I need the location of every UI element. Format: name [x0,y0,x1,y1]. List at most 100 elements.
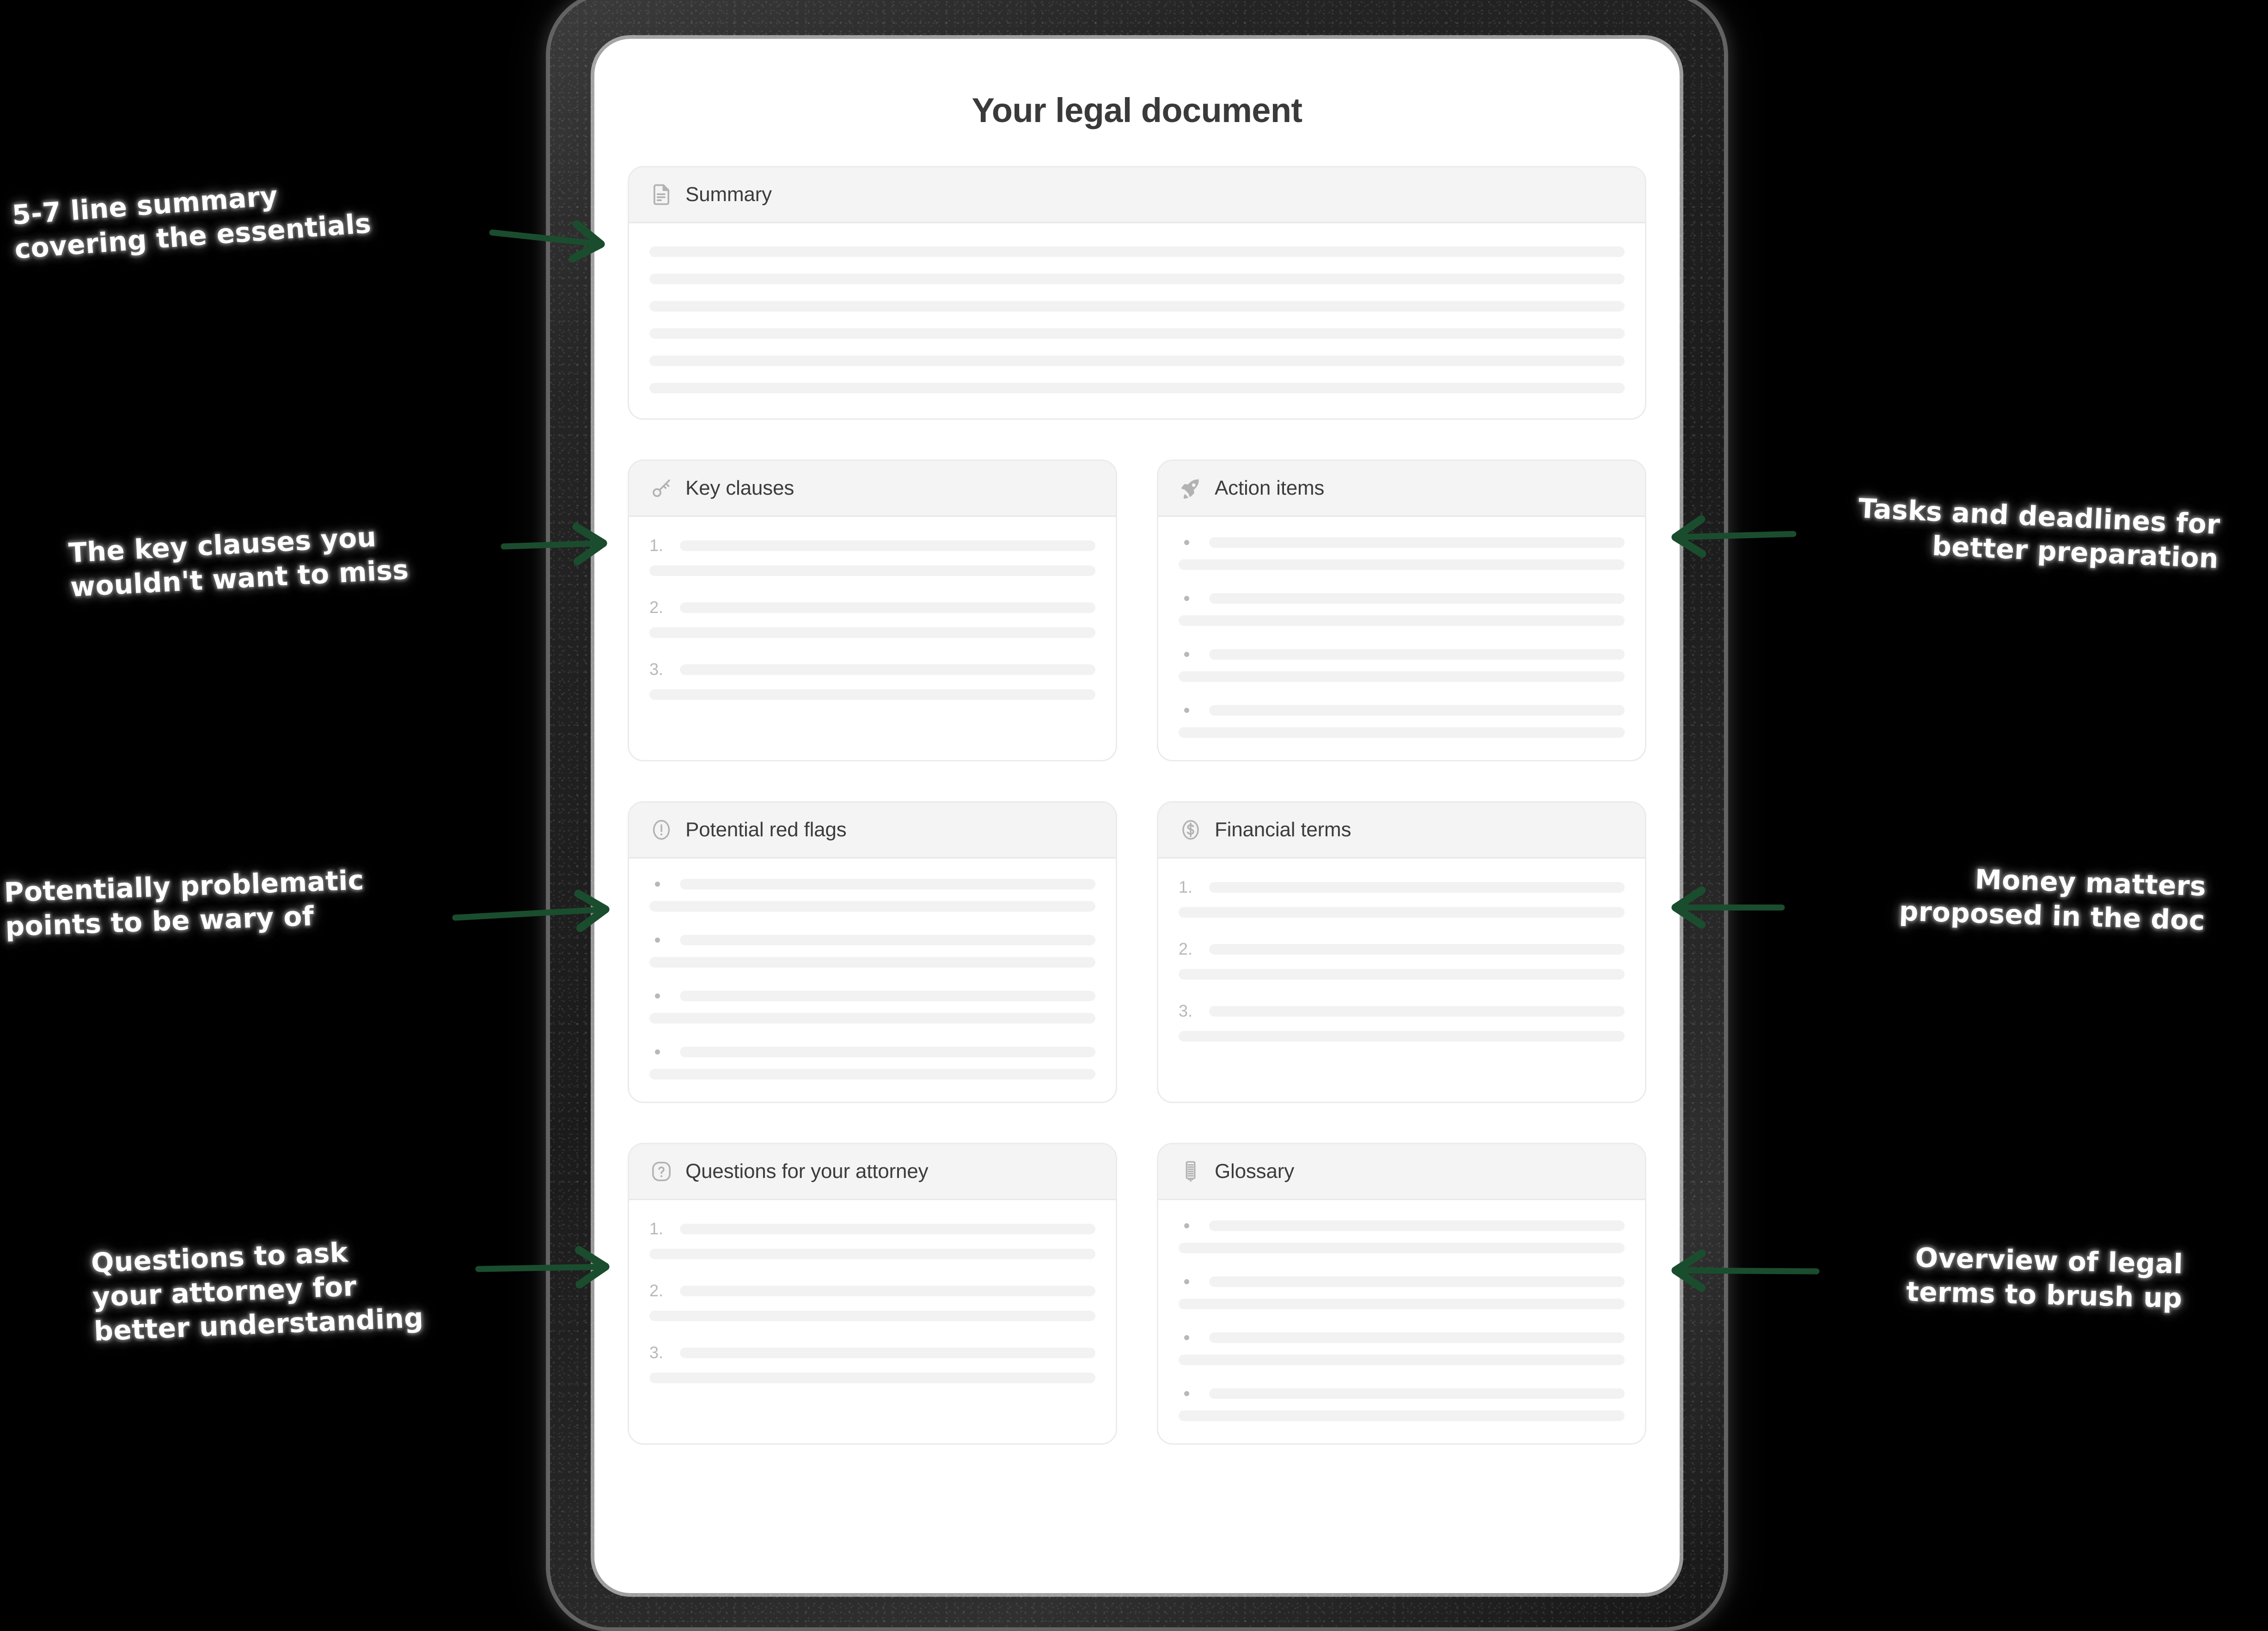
list-marker: 3. [1179,1001,1193,1020]
list-item [1179,537,1625,570]
list-item: 2. [1179,941,1625,980]
card-action-items-title: Action items [1215,477,1325,499]
skeleton-line [1209,705,1625,716]
skeleton-line [649,901,1095,912]
skeleton-line [1209,593,1625,604]
list-item: 2. [649,599,1095,638]
list-item [1179,1388,1625,1421]
bullet-icon [649,938,671,943]
skeleton-line [1179,615,1625,626]
skeleton-line [680,602,1095,613]
card-financial-terms-body: 1. 2. 3. [1158,858,1645,1064]
skeleton-line [680,935,1095,945]
annotation-red-flags: Potentially problematic points to be war… [4,863,366,944]
bullet-icon [1179,596,1200,601]
card-summary-title: Summary [685,183,772,206]
skeleton-line [680,879,1095,889]
card-glossary-title: Glossary [1215,1160,1294,1183]
bullet-icon [1179,708,1200,713]
annotation-financial-terms: Money matters proposed in the doc [1899,860,2207,938]
key-icon [649,476,673,500]
skeleton-line [649,627,1095,638]
skeleton-line [1209,649,1625,660]
card-glossary-header: Glossary [1158,1144,1645,1200]
bullet-icon [649,882,671,887]
page-title: Your legal document [972,91,1303,129]
skeleton-line [649,565,1095,576]
list-item: 3. [649,1344,1095,1383]
skeleton-line [1209,537,1625,548]
list-marker: 1. [649,1219,664,1238]
document-text-icon [649,183,673,207]
list-marker: 1. [1179,877,1193,896]
list-marker: 3. [649,660,664,679]
card-questions-for-your-attorney[interactable]: Questions for your attorney 1. 2. 3. [628,1143,1117,1445]
list-item: 3. [649,661,1095,700]
skeleton-line [1179,969,1625,980]
skeleton-line [649,689,1095,700]
skeleton-line [649,383,1625,393]
list-item [1179,593,1625,626]
app-content: Your legal document Summary Key clauses … [594,39,1680,1593]
skeleton-line [1179,1410,1625,1421]
scroll-icon [1179,1159,1203,1183]
card-potential-red-flags-body [629,858,1116,1102]
skeleton-line [1209,1006,1625,1017]
list-item [1179,1276,1625,1309]
card-summary[interactable]: Summary [628,166,1646,420]
card-questions-for-your-attorney-header: Questions for your attorney [629,1144,1116,1200]
card-glossary[interactable]: Glossary [1157,1143,1646,1445]
card-key-clauses[interactable]: Key clauses 1. 2. 3. [628,460,1117,761]
annotation-key-clauses: The key clauses you wouldn't want to mis… [68,518,410,605]
skeleton-line [1179,1299,1625,1309]
list-item [649,879,1095,912]
annotation-glossary: Overview of legal terms to brush up [1906,1240,2183,1316]
skeleton-line [649,328,1625,339]
annotation-questions: Questions to ask your attorney for bette… [91,1232,424,1349]
card-glossary-body [1158,1200,1645,1443]
dollar-circle-icon [1179,818,1203,842]
skeleton-line [649,1311,1095,1321]
skeleton-line [649,1013,1095,1024]
list-item [1179,1220,1625,1253]
card-action-items[interactable]: Action items [1157,460,1646,761]
bullet-icon [1179,1223,1200,1228]
card-action-items-header: Action items [1158,461,1645,517]
list-item: 3. [1179,1003,1625,1042]
skeleton-line [1179,1355,1625,1365]
bullet-icon [1179,1335,1200,1340]
annotation-summary: 5-7 line summary covering the essentials [11,172,373,267]
skeleton-line [1209,1388,1625,1399]
skeleton-line [649,957,1095,968]
card-action-items-body [1158,517,1645,760]
card-financial-terms-header: Financial terms [1158,803,1645,858]
card-financial-terms[interactable]: Financial terms 1. 2. 3. [1157,801,1646,1103]
card-potential-red-flags[interactable]: Potential red flags [628,801,1117,1103]
skeleton-line [1209,882,1625,893]
card-questions-for-your-attorney-title: Questions for your attorney [685,1160,929,1183]
skeleton-line [1179,1031,1625,1042]
screenshot-stage: Your legal document Summary Key clauses … [0,0,2268,1631]
skeleton-line [1209,1332,1625,1343]
skeleton-line [649,1069,1095,1079]
bullet-icon [1179,652,1200,657]
card-summary-header: Summary [629,167,1645,223]
card-grid: Key clauses 1. 2. 3. Action items Potent… [628,460,1646,1445]
alert-circle-icon [649,818,673,842]
rocket-icon [1179,476,1203,500]
list-item [1179,705,1625,738]
list-item [649,1047,1095,1079]
card-questions-for-your-attorney-body: 1. 2. 3. [629,1200,1116,1405]
skeleton-line [680,1285,1095,1296]
skeleton-line [649,246,1625,257]
question-circle-icon [649,1159,673,1183]
list-item [649,991,1095,1024]
skeleton-line [1179,727,1625,738]
skeleton-line [680,540,1095,551]
skeleton-line [680,991,1095,1001]
skeleton-line [649,1249,1095,1259]
skeleton-line [649,356,1625,366]
card-potential-red-flags-header: Potential red flags [629,803,1116,858]
list-marker: 1. [649,536,664,555]
card-key-clauses-header: Key clauses [629,461,1116,517]
